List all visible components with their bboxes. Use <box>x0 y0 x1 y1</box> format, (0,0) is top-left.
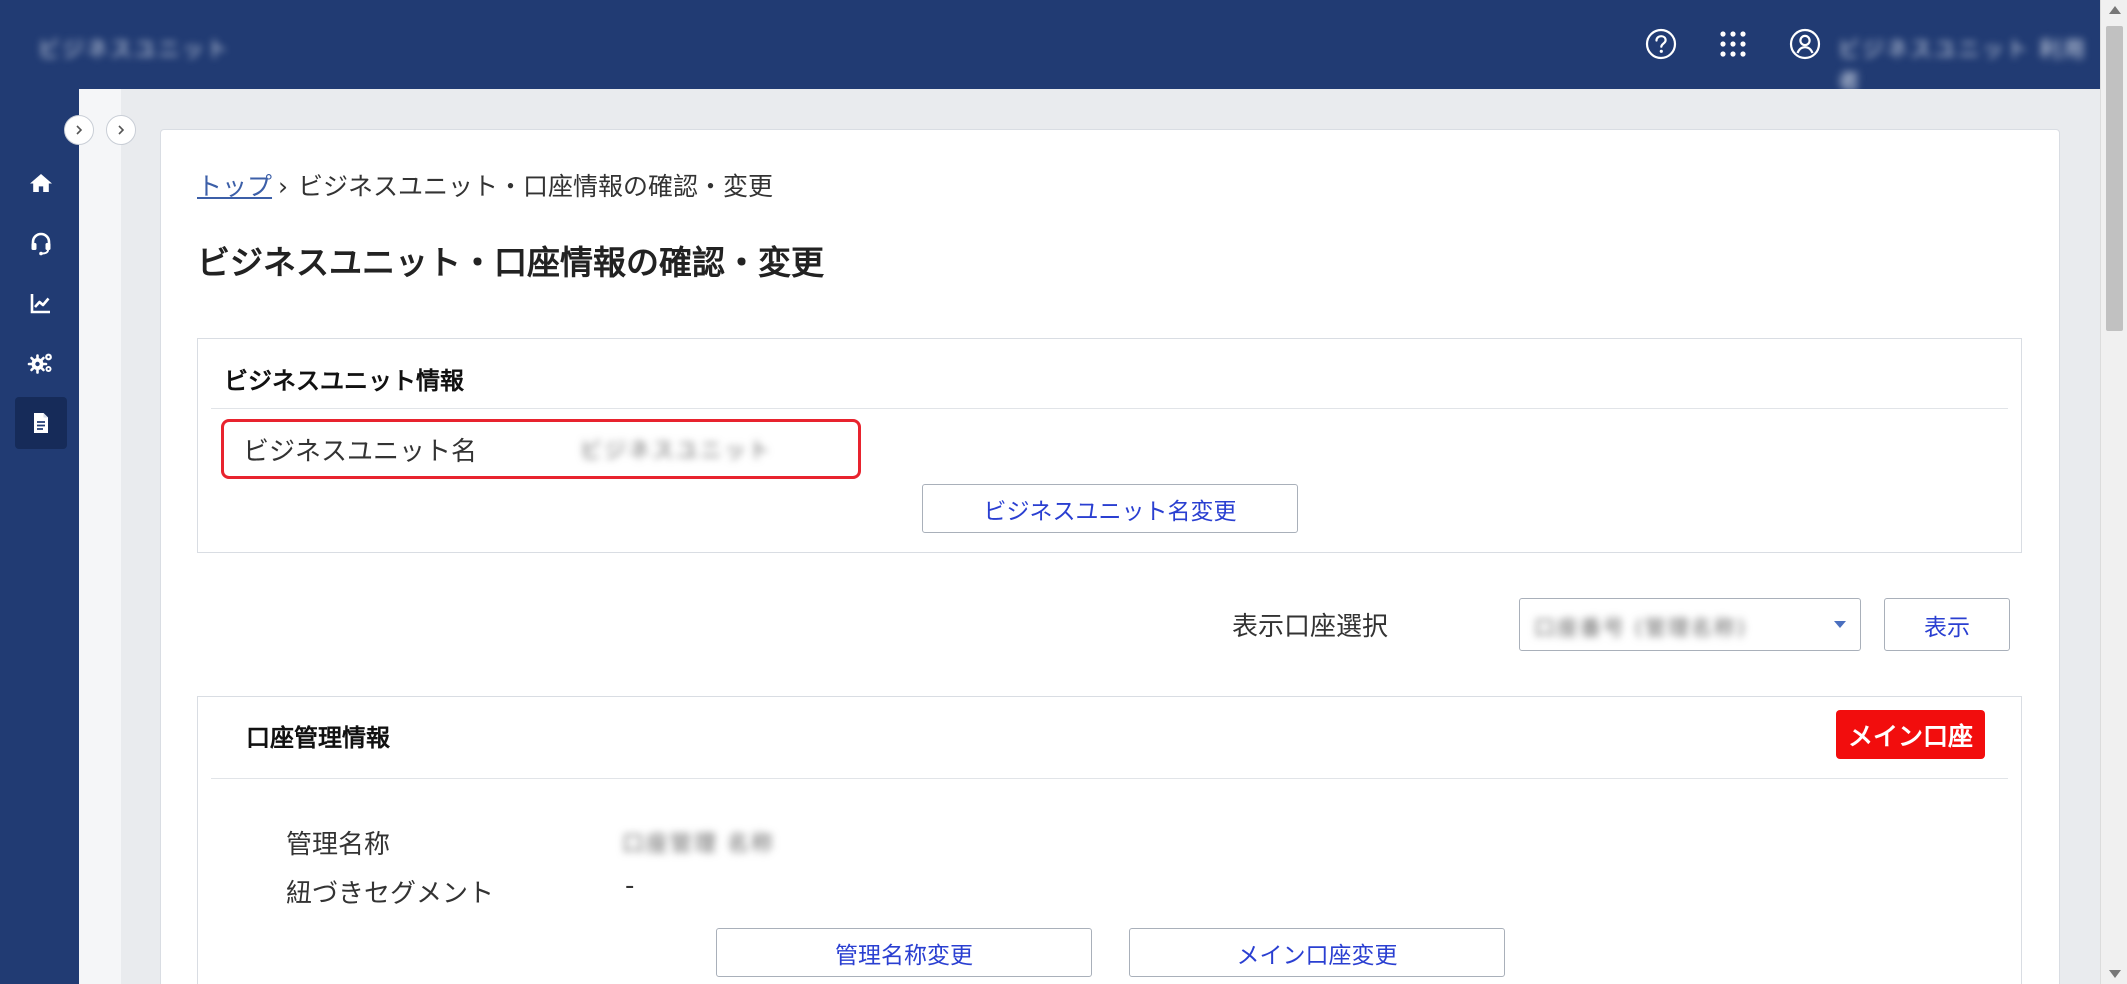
breadcrumb-current: ビジネスユニット・口座情報の確認・変更 <box>298 172 774 201</box>
management-name-value: 口座管理 名称 <box>622 832 775 857</box>
change-main-account-button[interactable]: メイン口座変更 <box>1129 928 1505 977</box>
page-title: ビジネスユニット・口座情報の確認・変更 <box>197 243 824 282</box>
expand-subpanel-button[interactable] <box>106 115 136 145</box>
apps-grid-icon[interactable] <box>1716 27 1750 61</box>
document-icon <box>34 413 48 433</box>
breadcrumb-home-link[interactable]: トップ <box>197 172 272 201</box>
brand-name: ビジネスユニット <box>38 38 231 63</box>
business-unit-name-label: ビジネスユニット名 <box>243 437 478 467</box>
account-management-section <box>197 696 2022 984</box>
nav-settings[interactable] <box>15 337 67 389</box>
nav-home[interactable] <box>15 157 67 209</box>
nav-documents[interactable] <box>15 397 67 449</box>
breadcrumb: トップ › ビジネスユニット・口座情報の確認・変更 <box>197 167 773 203</box>
show-account-button[interactable]: 表示 <box>1884 598 2010 651</box>
sub-panel-strip <box>79 89 121 984</box>
linked-segment-value: - <box>625 871 635 901</box>
display-account-select[interactable]: 口座番号 (管理名称) <box>1519 598 1861 651</box>
scroll-down-arrow-icon[interactable] <box>2109 970 2121 978</box>
chevron-right-icon <box>76 125 83 135</box>
settings-gears-icon <box>27 353 52 374</box>
display-account-select-label: 表示口座選択 <box>1232 612 1389 642</box>
user-name[interactable]: ビジネスユニット 利用者 <box>1838 32 2100 96</box>
divider <box>211 408 2008 409</box>
help-icon[interactable] <box>1644 27 1678 61</box>
change-business-unit-name-button[interactable]: ビジネスユニット名変更 <box>922 484 1298 533</box>
breadcrumb-separator: › <box>278 172 289 201</box>
scrollbar-thumb[interactable] <box>2106 26 2123 331</box>
business-unit-section-title: ビジネスユニット情報 <box>224 367 464 395</box>
home-icon <box>30 174 52 192</box>
management-name-label: 管理名称 <box>286 830 391 860</box>
account-management-section-title: 口座管理情報 <box>246 724 390 752</box>
top-header: ビジネスユニット ビジネスユニット 利用者 <box>0 0 2100 95</box>
scroll-up-arrow-icon[interactable] <box>2109 6 2121 14</box>
display-account-selected-value: 口座番号 (管理名称) <box>1534 616 1748 640</box>
analytics-chart-icon <box>30 294 50 314</box>
business-unit-name-value: ビジネスユニット <box>580 439 773 464</box>
expand-sidebar-button[interactable] <box>64 115 94 145</box>
linked-segment-label: 紐づきセグメント <box>286 879 495 909</box>
chevron-right-icon <box>118 125 125 135</box>
side-navigation <box>0 89 79 984</box>
nav-support[interactable] <box>15 217 67 269</box>
nav-analytics[interactable] <box>15 277 67 329</box>
divider <box>211 778 2008 779</box>
user-icon[interactable] <box>1788 27 1822 61</box>
main-account-badge: メイン口座 <box>1836 710 1985 759</box>
vertical-scrollbar[interactable] <box>2100 0 2127 984</box>
support-headset-icon <box>31 232 51 256</box>
change-management-name-button[interactable]: 管理名称変更 <box>716 928 1092 977</box>
dropdown-caret-icon <box>1834 621 1846 628</box>
